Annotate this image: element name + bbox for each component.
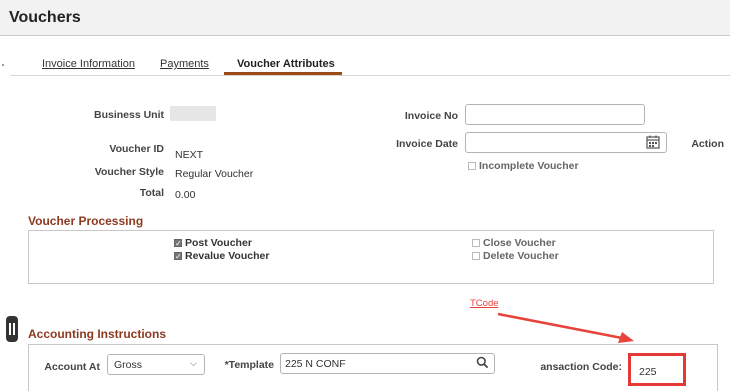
voucher-id-label: Voucher ID: [109, 143, 164, 155]
voucher-style-value: Regular Voucher: [175, 168, 254, 180]
accounting-instructions-title: Accounting Instructions: [28, 327, 166, 341]
delete-voucher-checkbox[interactable]: [472, 252, 480, 260]
voucher-processing-title: Voucher Processing: [28, 214, 144, 228]
chevron-down-icon: ⌵: [190, 358, 197, 368]
page-title: Vouchers: [9, 9, 81, 26]
total-value: 0.00: [175, 189, 196, 201]
invoice-no-input[interactable]: [465, 104, 645, 125]
voucher-style-label: Voucher Style: [94, 166, 164, 178]
transaction-code-value: 225: [639, 366, 657, 378]
template-value: 225 N CONF: [285, 358, 346, 370]
total-label: Total: [139, 187, 164, 199]
invoice-date-label: Invoice Date: [396, 138, 458, 150]
business-unit-value: [170, 106, 216, 121]
business-unit-label: Business Unit: [93, 109, 164, 121]
search-icon[interactable]: [476, 356, 489, 369]
post-voucher-label: Post Voucher: [185, 237, 252, 249]
template-input[interactable]: 225 N CONF: [280, 353, 495, 374]
invoice-no-label: Invoice No: [404, 110, 458, 122]
revalue-voucher-label: Revalue Voucher: [185, 250, 270, 262]
account-at-value: Gross: [114, 359, 143, 371]
post-voucher-checkbox[interactable]: [174, 239, 182, 247]
tab-divider: [10, 75, 730, 76]
calendar-icon[interactable]: [645, 134, 661, 150]
revalue-voucher-checkbox[interactable]: [174, 252, 182, 260]
voucher-id-value: NEXT: [175, 149, 204, 161]
collapse-handle[interactable]: [6, 316, 18, 342]
transaction-code-input[interactable]: 225: [628, 353, 686, 386]
account-at-label: Account At: [44, 361, 100, 373]
tab-voucher-attributes[interactable]: Voucher Attributes: [237, 58, 335, 70]
delete-voucher-label: Delete Voucher: [483, 250, 559, 262]
incomplete-voucher-label: Incomplete Voucher: [479, 160, 579, 172]
tab-payments[interactable]: Payments: [160, 58, 209, 70]
tcode-annotation-label: TCode: [470, 298, 499, 309]
invoice-date-input[interactable]: [465, 132, 667, 153]
incomplete-voucher-checkbox[interactable]: [468, 162, 476, 170]
close-voucher-checkbox[interactable]: [472, 239, 480, 247]
template-label: *Template: [224, 359, 274, 371]
title-bar: [0, 0, 730, 36]
annotation-arrow: [497, 312, 634, 343]
action-label: Action: [691, 138, 724, 150]
tab-invoice-information[interactable]: Invoice Information: [42, 58, 135, 70]
transaction-code-label: ansaction Code:: [540, 361, 622, 373]
voucher-processing-panel: [28, 230, 714, 284]
left-edge-mark: [2, 64, 4, 66]
close-voucher-label: Close Voucher: [483, 237, 556, 249]
account-at-select[interactable]: Gross ⌵: [107, 354, 205, 375]
